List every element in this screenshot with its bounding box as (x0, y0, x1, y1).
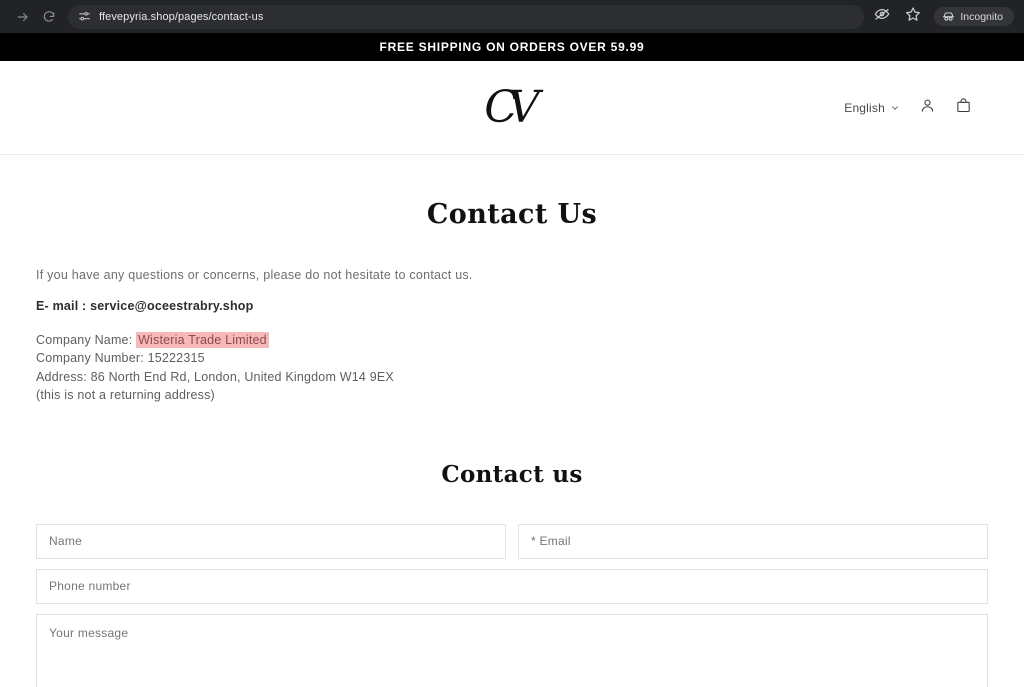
incognito-indicator[interactable]: Incognito (934, 7, 1014, 26)
company-name-line: Company Name: Wisteria Trade Limited (36, 331, 988, 350)
star-bookmark-icon (905, 6, 921, 27)
account-person-icon (919, 97, 936, 119)
forward-arrow-icon (16, 10, 30, 24)
contact-form-title: Contact us (441, 460, 583, 488)
brand-monogram-logo[interactable]: CV (484, 85, 540, 130)
company-details: Company Name: Wisteria Trade Limited Com… (36, 331, 988, 405)
reload-button[interactable] (36, 4, 62, 30)
bookmark-button[interactable] (903, 7, 923, 27)
reload-icon (42, 10, 56, 24)
form-row-phone (36, 568, 988, 604)
browser-toolbar: ffevepyria.shop/pages/contact-us Incogni… (0, 0, 1024, 33)
browser-toolbar-actions: Incognito (872, 7, 1014, 27)
site-header: CV English (0, 61, 1024, 155)
phone-input[interactable] (36, 568, 988, 604)
cart-button[interactable] (955, 97, 972, 119)
header-actions: English (844, 97, 972, 119)
message-textarea[interactable] (36, 613, 988, 687)
page-content: Contact Us If you have any questions or … (0, 199, 1024, 687)
name-input[interactable] (36, 523, 506, 559)
company-number-line: Company Number: 15222315 (36, 351, 205, 366)
company-address-line: Address: 86 North End Rd, London, United… (36, 369, 394, 384)
intro-paragraph: If you have any questions or concerns, p… (36, 268, 473, 282)
tracking-protection-button[interactable] (872, 7, 892, 27)
language-selector-label: English (844, 100, 885, 115)
incognito-spy-icon (942, 10, 955, 23)
page-title: Contact Us (426, 199, 598, 230)
language-selector[interactable]: English (844, 101, 900, 115)
announcement-text: FREE SHIPPING ON ORDERS OVER 59.99 (379, 40, 645, 54)
forward-button[interactable] (10, 4, 36, 30)
form-row-message (36, 613, 988, 687)
eye-off-icon (874, 6, 890, 27)
email-input[interactable] (518, 523, 988, 559)
address-bar[interactable]: ffevepyria.shop/pages/contact-us (68, 4, 865, 29)
chevron-down-icon (890, 103, 900, 113)
contact-email-line: E- mail : service@oceestrabry.shop (36, 298, 254, 313)
incognito-label: Incognito (960, 10, 1003, 23)
tune-sliders-icon[interactable] (78, 10, 91, 23)
account-button[interactable] (919, 97, 936, 119)
company-name-label: Company Name: (36, 332, 137, 347)
announcement-bar: FREE SHIPPING ON ORDERS OVER 59.99 (0, 33, 1024, 61)
form-row-name-email (36, 523, 988, 559)
address-bar-url: ffevepyria.shop/pages/contact-us (99, 10, 264, 23)
shopping-bag-icon (955, 97, 972, 119)
contact-form (36, 523, 988, 687)
company-name-value: Wisteria Trade Limited (136, 331, 269, 348)
returning-address-note: (this is not a returning address) (36, 388, 215, 403)
